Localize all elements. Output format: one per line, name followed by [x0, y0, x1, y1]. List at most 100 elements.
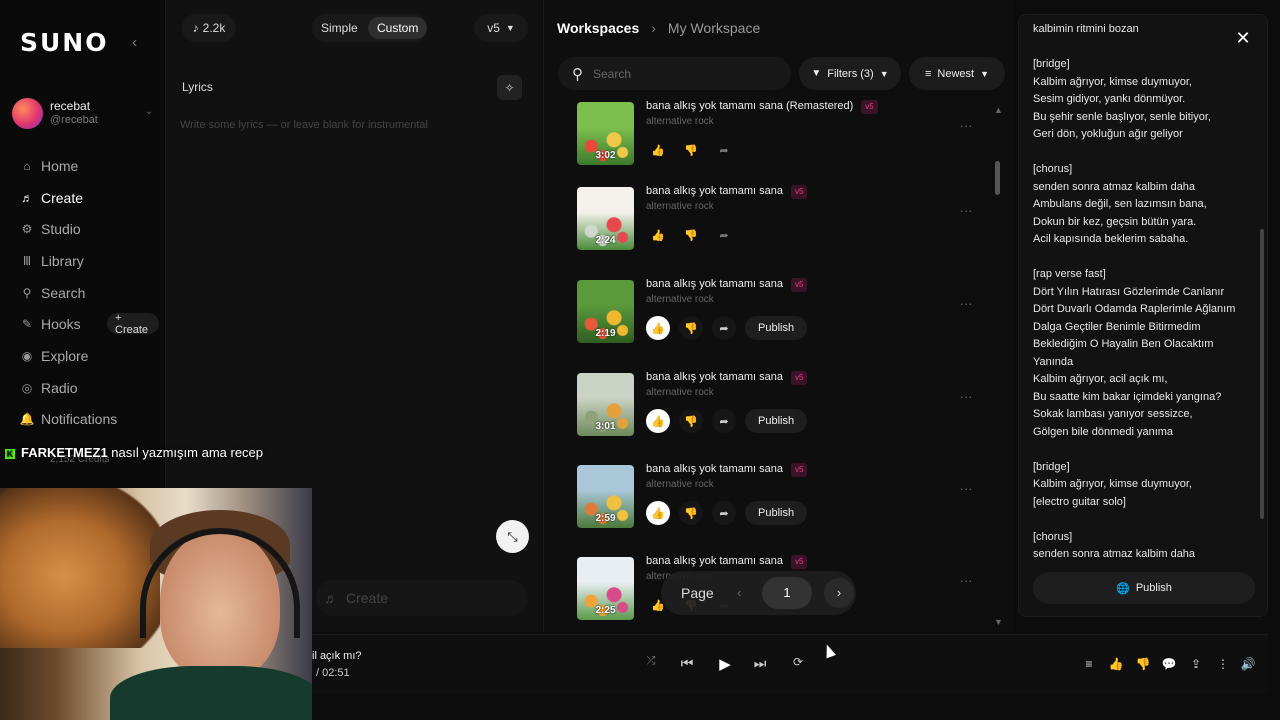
sidebar-item-home[interactable]: ⌂ Home: [14, 150, 159, 182]
list-item[interactable]: 3:02 bana alkış yok tamamı sana (Remaster…: [577, 100, 997, 176]
more-options-icon[interactable]: ···: [955, 118, 977, 140]
sidebar-item-explore[interactable]: ◉ Explore: [14, 340, 159, 372]
more-options-icon[interactable]: ···: [955, 203, 977, 225]
share-icon[interactable]: ⇪: [1188, 657, 1204, 671]
song-title[interactable]: bana alkış yok tamamı sana (Remastered) v…: [646, 100, 878, 114]
thumbs-down-icon[interactable]: 👎: [679, 223, 703, 247]
magic-wand-icon[interactable]: ✧: [497, 75, 522, 100]
thumbs-up-icon[interactable]: 👍: [646, 138, 670, 162]
publish-button[interactable]: Publish: [745, 501, 808, 525]
mode-toggle: Simple Custom: [312, 14, 428, 42]
song-cover-image[interactable]: 2:19: [577, 280, 634, 343]
song-cover-image[interactable]: 3:02: [577, 102, 634, 165]
list-item[interactable]: 2:24 bana alkış yok tamamı sana v5 alternat…: [577, 185, 997, 261]
hooks-create-button[interactable]: + Create: [107, 312, 159, 336]
thumbs-up-icon[interactable]: 👍: [646, 316, 670, 340]
share-icon[interactable]: ➦: [712, 409, 736, 433]
breadcrumb-my-workspace[interactable]: My Workspace: [668, 20, 760, 36]
song-title[interactable]: bana alkış yok tamamı sana v5: [646, 371, 808, 385]
previous-track-icon[interactable]: ⏮: [676, 655, 698, 672]
now-playing-title[interactable]: il açık mı?: [312, 650, 362, 662]
filters-button[interactable]: ▼ Filters (3) ▼: [799, 57, 901, 90]
thumbs-down-icon[interactable]: 👎: [679, 409, 703, 433]
next-page-button[interactable]: ›: [824, 578, 854, 608]
lyrics-input[interactable]: Write some lyrics — or leave blank for i…: [180, 119, 428, 131]
sidebar-item-search[interactable]: ⚲ Search: [14, 277, 159, 309]
share-icon[interactable]: ➦: [712, 316, 736, 340]
song-title[interactable]: bana alkış yok tamamı sana v5: [646, 185, 808, 199]
scroll-thumb[interactable]: [995, 161, 1000, 195]
more-options-icon[interactable]: ⋮: [1215, 657, 1231, 671]
list-item[interactable]: 2:59 bana alkış yok tamamı sana v5 alternat…: [577, 463, 997, 539]
breadcrumb-workspaces[interactable]: Workspaces: [557, 20, 639, 36]
expand-icon[interactable]: ⤡: [496, 520, 529, 553]
thumbs-up-icon[interactable]: 👍: [646, 501, 670, 525]
model-select[interactable]: v5 ▼: [474, 14, 528, 42]
thumbs-down-icon[interactable]: 👎: [1135, 657, 1151, 671]
publish-label: Publish: [1135, 582, 1172, 594]
prev-page-button[interactable]: ‹: [737, 585, 741, 600]
thumbs-up-icon[interactable]: 👍: [646, 223, 670, 247]
sidebar-item-notifications[interactable]: 🔔 Notifications: [14, 404, 159, 436]
sidebar-item-hooks[interactable]: ✎ Hooks + Create: [14, 308, 159, 340]
more-options-icon[interactable]: ···: [955, 296, 977, 318]
song-title[interactable]: bana alkış yok tamamı sana v5: [646, 463, 808, 477]
version-badge: v5: [861, 100, 878, 114]
song-cover-image[interactable]: 2:59: [577, 465, 634, 528]
sidebar-item-radio[interactable]: ◎ Radio: [14, 372, 159, 404]
cat-poster-image: [0, 488, 160, 648]
sidebar-item-create[interactable]: ♬ Create: [14, 182, 159, 214]
publish-button[interactable]: 🌐 Publish: [1033, 572, 1255, 604]
music-note-icon: ♪: [192, 21, 199, 35]
sort-button[interactable]: ≡ Newest ▼: [909, 57, 1005, 90]
play-icon[interactable]: ▶: [714, 655, 736, 673]
search-input[interactable]: ⚲ Search: [558, 57, 791, 90]
volume-icon[interactable]: 🔊: [1240, 657, 1256, 671]
queue-icon[interactable]: ≡: [1081, 657, 1097, 671]
create-button[interactable]: ♬ Create: [316, 580, 528, 616]
share-icon[interactable]: ➦: [712, 223, 736, 247]
more-options-icon[interactable]: ···: [955, 481, 977, 503]
song-genre: alternative rock: [646, 387, 714, 398]
collapse-sidebar-icon[interactable]: ‹: [132, 34, 137, 52]
shuffle-icon[interactable]: ⤮: [640, 655, 662, 668]
chevron-down-icon: ⌄: [144, 106, 153, 117]
publish-button[interactable]: Publish: [745, 316, 808, 340]
scroll-up-icon[interactable]: ▲: [994, 105, 1003, 115]
song-list-scrollbar[interactable]: ▲ ▼: [994, 105, 1003, 627]
repeat-icon[interactable]: ⟳: [787, 655, 809, 669]
sidebar-item-library[interactable]: Ⅲ Library: [14, 245, 159, 277]
song-title[interactable]: bana alkış yok tamamı sana v5: [646, 278, 808, 292]
thumbs-down-icon[interactable]: 👎: [679, 501, 703, 525]
song-count-button[interactable]: ♪ 2.2k: [182, 14, 236, 42]
song-cover-image[interactable]: 3:01: [577, 373, 634, 436]
more-options-icon[interactable]: ···: [955, 573, 977, 595]
song-cover-image[interactable]: 2:24: [577, 187, 634, 250]
close-icon[interactable]: ✕: [1233, 28, 1253, 48]
share-icon[interactable]: ➦: [712, 138, 736, 162]
sidebar-item-studio[interactable]: ⚙ Studio: [14, 213, 159, 245]
tab-custom[interactable]: Custom: [368, 17, 428, 39]
list-item[interactable]: 3:01 bana alkış yok tamamı sana v5 alternat…: [577, 371, 997, 447]
page-number[interactable]: 1: [762, 577, 812, 609]
thumbs-down-icon[interactable]: 👎: [679, 138, 703, 162]
comment-icon[interactable]: 💬: [1161, 657, 1177, 671]
user-menu[interactable]: recebat @recebat ⌄: [12, 98, 157, 130]
scroll-down-icon[interactable]: ▼: [994, 617, 1003, 627]
publish-button[interactable]: Publish: [745, 409, 808, 433]
music-note-icon: ♬: [324, 590, 338, 606]
song-actions: 👍 👎 ➦ Publish: [646, 316, 808, 340]
thumbs-up-icon[interactable]: 👍: [1108, 657, 1124, 671]
song-detail-panel: kalbimin ritmini bozan [bridge] Kalbim a…: [1018, 14, 1268, 617]
more-options-icon[interactable]: ···: [955, 389, 977, 411]
song-title[interactable]: bana alkış yok tamamı sana v5: [646, 555, 808, 569]
lyrics-scrollbar[interactable]: [1260, 229, 1264, 519]
song-cover-image[interactable]: 2:25: [577, 557, 634, 620]
tab-simple[interactable]: Simple: [312, 17, 367, 39]
list-item[interactable]: 2:19 bana alkış yok tamamı sana v5 alternat…: [577, 278, 997, 354]
thumbs-down-icon[interactable]: 👎: [679, 316, 703, 340]
share-icon[interactable]: ➦: [712, 501, 736, 525]
next-track-icon[interactable]: ⏭: [749, 655, 771, 672]
suno-logo[interactable]: SUNO: [20, 28, 108, 57]
thumbs-up-icon[interactable]: 👍: [646, 409, 670, 433]
